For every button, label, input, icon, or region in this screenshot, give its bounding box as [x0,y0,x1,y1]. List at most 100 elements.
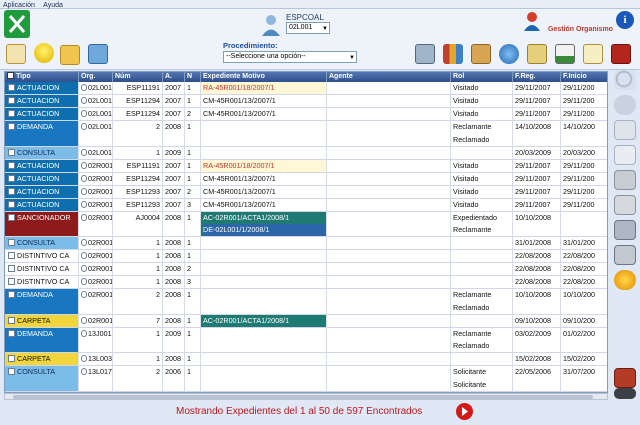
table-row[interactable]: DEMANDA 02L001 2 2008 1 Reclamante Reclamado 14… [5,121,607,147]
folder-icon[interactable] [60,45,80,65]
paperclip-icon[interactable] [81,161,87,169]
laptop-icon[interactable] [415,44,435,64]
procedure-select[interactable]: --Seleccione una opción-- ▼ [223,51,357,63]
row-checkbox[interactable] [8,239,15,246]
chart-icon[interactable] [555,44,575,64]
col-header-motivo[interactable]: Expediente Motivo [201,72,327,82]
info-icon[interactable]: i [616,11,634,29]
certificate-seal-icon[interactable] [583,44,603,64]
paperclip-icon[interactable] [81,368,87,375]
motivo-link[interactable]: RA-45R001/18/2007/1 [203,82,326,94]
globe-icon[interactable] [499,44,519,64]
row-checkbox[interactable] [8,123,15,130]
paperclip-icon[interactable] [81,213,87,221]
table-row[interactable]: DISTINTIVO CA 02R001 1 2008 1 22/08/2008 22/08… [5,250,607,263]
paperclip-icon[interactable] [81,291,87,298]
table-row[interactable]: CARPETA 13L003 1 2008 1 15/02/2008 15/02/200 [5,353,607,366]
books-icon[interactable] [443,44,463,64]
back-icon[interactable] [614,95,636,115]
search-document-icon[interactable] [527,44,547,64]
motivo-link[interactable]: AC-02R001/ACTA1/2008/1 [203,315,326,327]
row-checkbox[interactable] [8,97,15,104]
motivo-link[interactable]: CM-45R001/13/2007/1 [203,95,326,107]
paperclip-icon[interactable] [81,84,87,91]
table-row[interactable]: ACTUACION 02R001 ESP11293 2007 2 CM-45R001/13… [5,185,607,199]
row-checkbox[interactable] [8,148,15,156]
table-row[interactable]: DEMANDA 13J001 1 2009 1 Reclamante Reclamado 03… [5,327,607,353]
table-row[interactable]: CONSULTA 13L017 2 2006 1 Solicitante Solicitan… [5,366,607,392]
row-checkbox[interactable] [8,187,15,195]
next-page-button[interactable] [456,403,473,420]
row-checkbox[interactable] [8,368,15,375]
col-header-org[interactable]: Org. [79,72,113,82]
paperclip-icon[interactable] [81,316,87,324]
col-header-agente[interactable]: Agente [327,72,451,82]
paperclip-icon[interactable] [81,265,87,272]
lightbulb-icon[interactable] [34,43,54,63]
table-row[interactable]: ACTUACION 02R001 ESP11294 2007 1 CM-45R001/13… [5,172,607,186]
motivo-link[interactable]: CM-45R001/13/2007/1 [203,108,326,120]
documents-icon[interactable] [614,145,636,165]
table-row[interactable]: ACTUACION 02L001 ESP11294 2007 2 CM-45R001/13… [5,108,607,121]
paperclip-icon[interactable] [81,239,87,246]
row-checkbox[interactable] [8,84,15,91]
table-row[interactable]: ACTUACION 02R001 ESP11191 2007 1 RA-45R001/18… [5,159,607,173]
paperclip-icon[interactable] [81,329,87,337]
certificate-icon[interactable] [6,44,26,64]
paperclip-icon[interactable] [81,355,87,362]
row-checkbox[interactable] [8,110,15,117]
table-row[interactable]: CONSULTA 02R001 1 2008 1 31/01/2008 31/01/200 [5,237,607,250]
col-header-tipo[interactable]: Tipo [5,72,79,82]
row-checkbox[interactable] [8,200,15,208]
col-header-n[interactable]: N [185,72,201,82]
fax-icon[interactable] [614,195,636,215]
horizontal-scrollbar[interactable] [4,393,608,400]
table-row[interactable]: DEMANDA 02R001 2 2008 1 Reclamante Reclamado 10… [5,289,607,315]
table-row[interactable]: DISTINTIVO CA 02R001 1 2008 3 22/08/2008 22/08… [5,276,607,289]
office-select[interactable]: 02L001 ▼ [286,22,330,34]
row-checkbox[interactable] [8,174,15,182]
paperclip-icon[interactable] [81,148,87,156]
book-red-icon[interactable] [611,44,631,64]
printer-alt-icon[interactable] [614,245,636,265]
table-row[interactable]: DISTINTIVO CA 02R001 1 2008 2 22/08/2008 22/08… [5,263,607,276]
table-row[interactable]: SANCIONADOR 02R001 AJ0004 2008 1 AC-02R001/AC… [5,211,607,237]
archive-icon[interactable] [471,44,491,64]
col-header-finicio[interactable]: F.Inicio [561,72,607,82]
motivo-link[interactable]: CM-45R001/13/2007/1 [203,199,326,211]
magnifier-icon[interactable] [614,70,636,90]
select-all-checkbox[interactable] [7,72,14,79]
table-row[interactable]: ACTUACION 02L001 ESP11294 2007 1 CM-45R001/13… [5,95,607,108]
table-row[interactable]: ACTUACION 02R001 ESP11293 2007 3 CM-45R001/13… [5,198,607,212]
motivo-link[interactable]: RA-45R001/18/2007/1 [203,160,326,172]
table-row[interactable]: CARPETA 02R001 7 2008 1 AC-02R001/ACTA1/2008/… [5,314,607,328]
scanner-icon[interactable] [614,220,636,240]
row-checkbox[interactable] [8,316,15,324]
computer-icon[interactable] [88,44,108,64]
paperclip-icon[interactable] [81,123,87,130]
motivo-link[interactable]: DE-02L001/1/2008/1 [203,224,326,236]
paperclip-icon[interactable] [81,187,87,195]
tools-icon[interactable] [614,368,636,388]
paperclip-icon[interactable] [81,97,87,104]
col-header-anio[interactable]: A. [163,72,185,82]
row-checkbox[interactable] [8,291,15,298]
scrollbar-thumb[interactable] [13,395,593,399]
row-checkbox[interactable] [8,329,15,337]
paperclip-icon[interactable] [81,174,87,182]
table-row[interactable]: CONSULTA 02L001 1 2009 1 20/03/2009 20/03/200 [5,146,607,160]
motivo-link[interactable]: CM-45R001/13/2007/1 [203,186,326,198]
row-checkbox[interactable] [8,252,15,259]
row-checkbox[interactable] [8,213,15,221]
car-icon[interactable] [614,388,636,399]
printer-icon[interactable] [614,170,636,190]
table-row[interactable]: ACTUACION 02L001 ESP11191 2007 1 RA-45R001/18… [5,82,607,95]
paperclip-icon[interactable] [81,110,87,117]
row-checkbox[interactable] [8,355,15,362]
col-header-freg[interactable]: F.Reg. [513,72,561,82]
motivo-link[interactable]: AC-02R001/ACTA1/2008/1 [203,212,326,225]
sun-settings-icon[interactable] [614,270,636,290]
row-checkbox[interactable] [8,265,15,272]
paperclip-icon[interactable] [81,252,87,259]
row-checkbox[interactable] [8,161,15,169]
